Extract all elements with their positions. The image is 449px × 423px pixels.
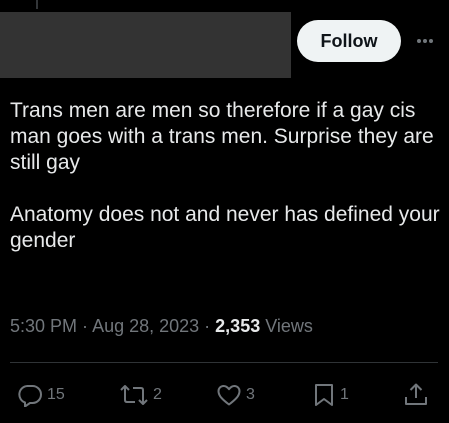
tweet-text: Trans men are men so therefore if a gay … bbox=[10, 98, 440, 254]
thread-connector-line bbox=[36, 0, 38, 9]
retweet-count: 2 bbox=[153, 386, 162, 403]
share-button[interactable] bbox=[403, 380, 429, 410]
views-label: Views bbox=[265, 316, 313, 336]
more-options-button[interactable] bbox=[410, 30, 440, 52]
retweet-icon bbox=[120, 385, 148, 405]
reply-count: 15 bbox=[47, 386, 65, 403]
bookmark-count: 1 bbox=[340, 386, 349, 403]
bookmark-icon bbox=[315, 384, 333, 406]
tweet-paragraph: Trans men are men so therefore if a gay … bbox=[10, 99, 440, 174]
follow-button[interactable]: Follow bbox=[297, 20, 401, 62]
heart-icon bbox=[217, 385, 241, 406]
bookmark-button[interactable]: 1 bbox=[312, 380, 349, 410]
tweet-time[interactable]: 5:30 PM bbox=[10, 316, 77, 336]
tweet-paragraph: Anatomy does not and never has defined y… bbox=[10, 203, 446, 252]
like-button[interactable]: 3 bbox=[216, 380, 255, 410]
redacted-author-block bbox=[0, 12, 291, 78]
retweet-button[interactable]: 2 bbox=[119, 380, 162, 410]
tweet-meta: 5:30 PM · Aug 28, 2023 · 2,353 Views bbox=[10, 316, 313, 336]
share-icon bbox=[405, 383, 427, 405]
tweet-date[interactable]: Aug 28, 2023 bbox=[92, 316, 199, 336]
more-horizontal-icon bbox=[417, 39, 433, 43]
reply-button[interactable]: 15 bbox=[17, 380, 65, 410]
reply-icon bbox=[18, 385, 42, 407]
views-count: 2,353 bbox=[215, 316, 261, 336]
divider bbox=[10, 362, 438, 363]
like-count: 3 bbox=[246, 386, 255, 403]
